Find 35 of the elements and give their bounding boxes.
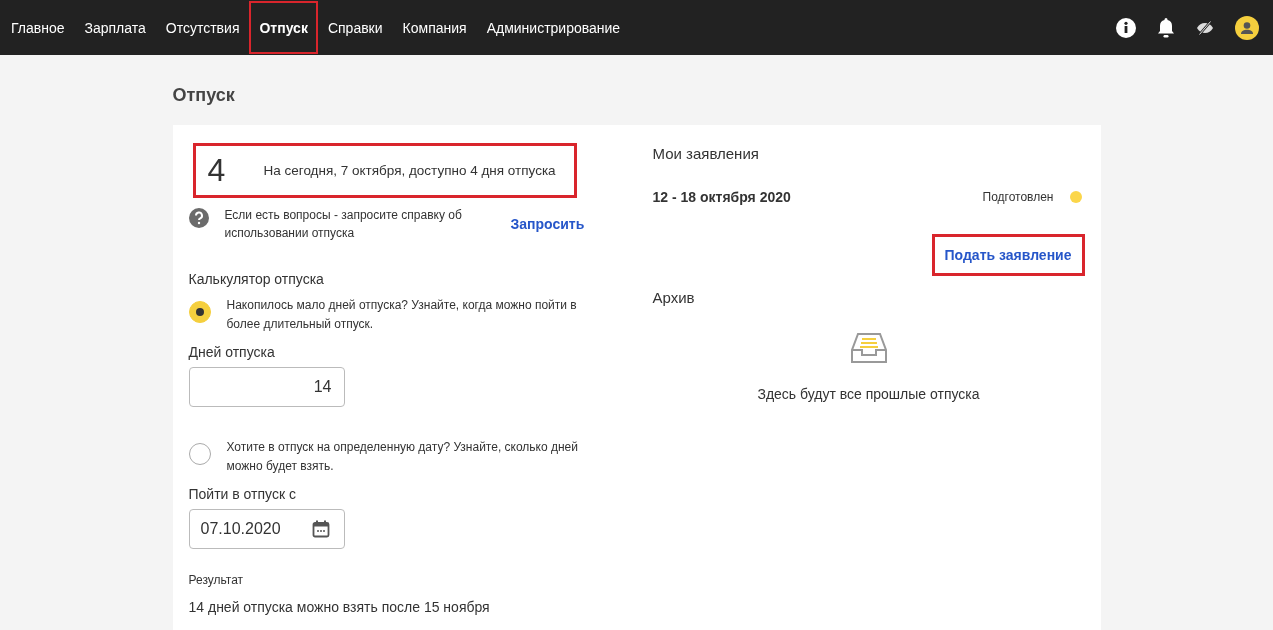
result-text: 14 дней отпуска можно взять после 15 ноября — [188, 599, 491, 615]
section-title: Архив — [652, 289, 696, 306]
days-input[interactable]: 14 — [188, 367, 345, 407]
nav-tab[interactable]: Отсутствия — [155, 1, 250, 54]
option-text: Хотите в отпуск на определенную дату? Узнайте, сколько дней можно будет взять. — [226, 439, 579, 475]
nav-tab[interactable]: Справки — [317, 1, 393, 54]
eye-off-icon[interactable] — [1196, 19, 1214, 36]
avatar-icon[interactable] — [1235, 15, 1259, 40]
empty-archive-text: Здесь будут все прошлые отпуска — [757, 386, 980, 402]
option-text: Накопилось мало дней отпуска? Узнайте, когда можно пойти в более длительный отпуск. — [226, 297, 578, 333]
help-text: Если есть вопросы - запросите справку об использовании отпуска — [224, 207, 463, 242]
request-link[interactable]: Запросить — [510, 216, 585, 232]
balance-text: На сегодня, 7 октября, доступно 4 дня отпуска — [263, 163, 556, 178]
nav-tab[interactable]: Отпуск — [249, 1, 318, 54]
date-input[interactable]: 07.10.2020 — [188, 509, 345, 549]
help-icon — [188, 208, 209, 228]
result-label: Результат — [188, 573, 245, 587]
days-count: 4 — [206, 152, 227, 189]
info-icon[interactable] — [1116, 17, 1136, 38]
section-title: Мои заявления — [652, 145, 760, 162]
bell-icon[interactable] — [1157, 17, 1175, 38]
radio-button[interactable] — [188, 301, 211, 323]
inbox-tray-icon — [849, 332, 888, 364]
nav-tab[interactable]: Зарплата — [74, 1, 156, 54]
request-dates: 12 - 18 октября 2020 — [652, 189, 792, 205]
request-status: Подготовлен — [982, 190, 1054, 204]
calendar-icon[interactable] — [311, 520, 330, 538]
submit-request-link[interactable]: Подать заявление — [931, 234, 1085, 276]
calculator-title: Калькулятор отпуска — [188, 271, 325, 287]
nav-tab[interactable]: Администрирование — [476, 1, 631, 54]
nav-tab[interactable]: Компания — [392, 1, 477, 54]
nav-tab[interactable]: Главное — [0, 1, 75, 54]
field-label: Дней отпуска — [188, 344, 276, 360]
field-label: Пойти в отпуск с — [188, 486, 297, 502]
page-title: Отпуск — [172, 85, 236, 106]
